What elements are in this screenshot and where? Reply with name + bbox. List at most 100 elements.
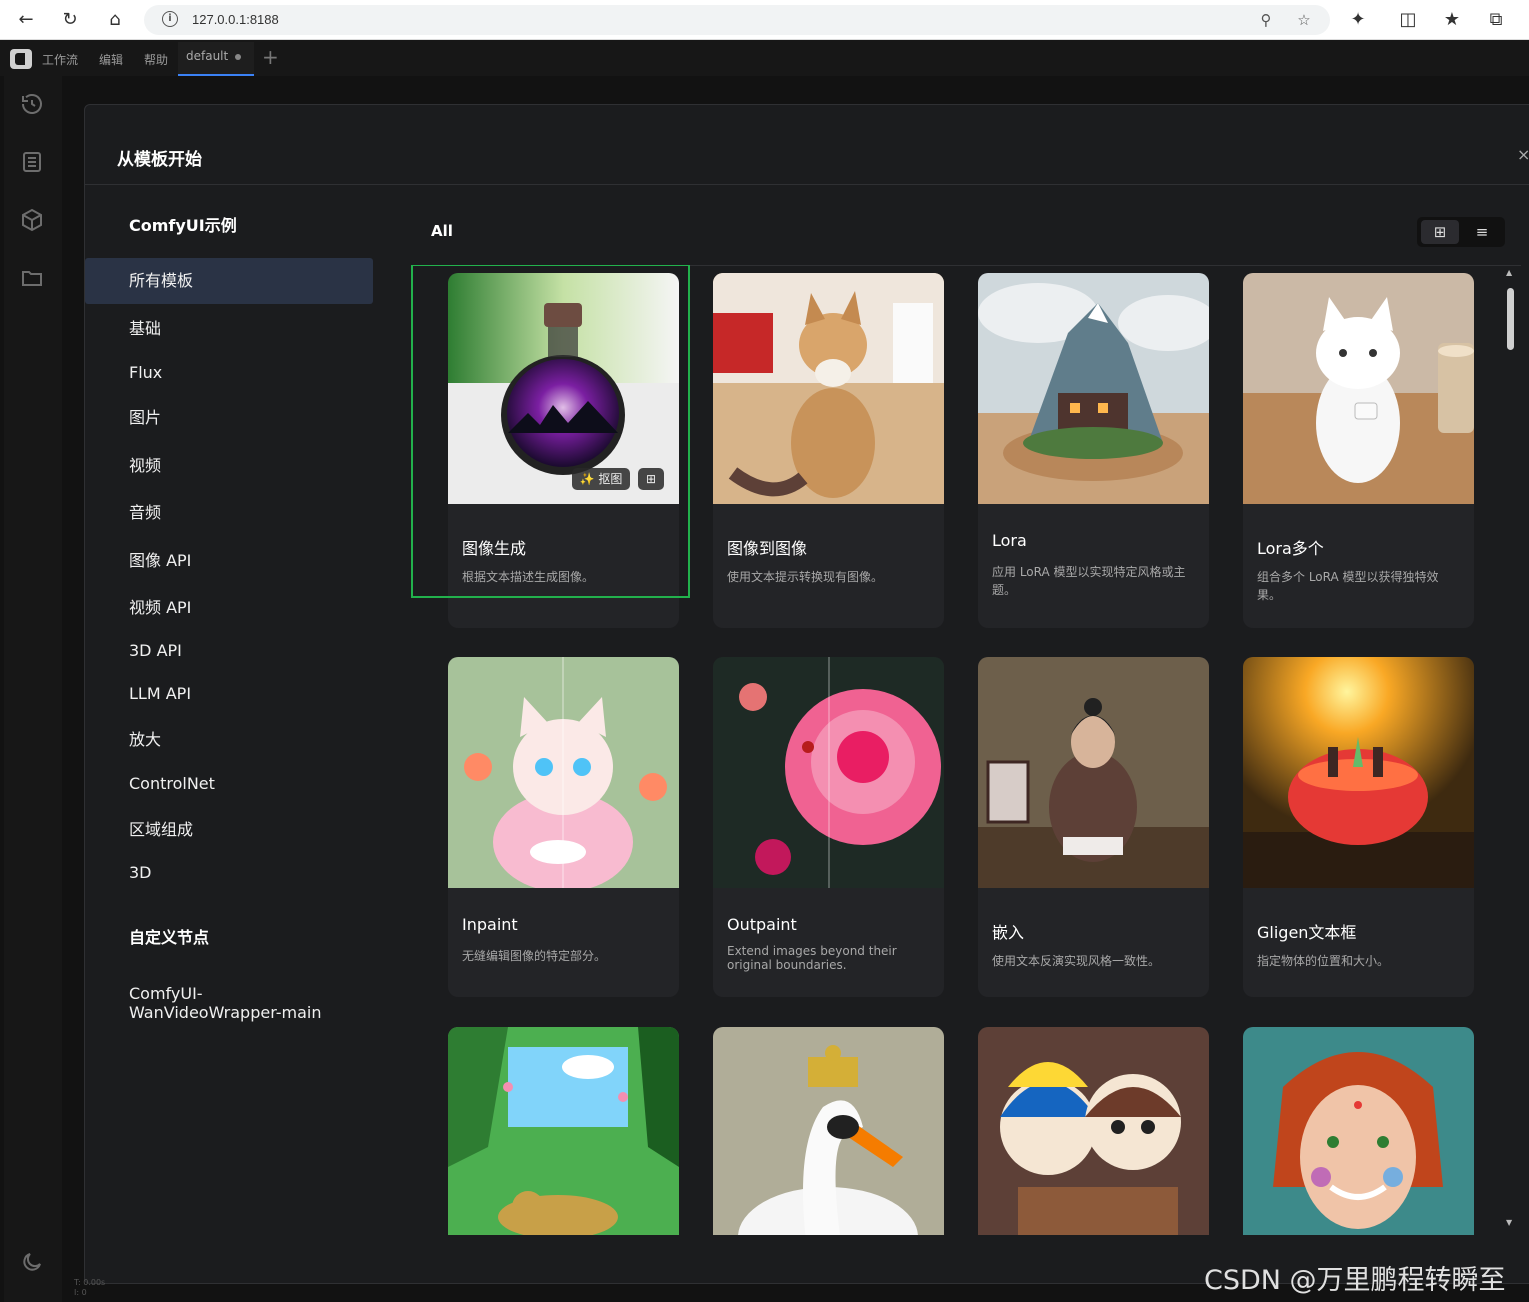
scroll-down-icon[interactable]: ▼ <box>1506 1218 1512 1227</box>
painted-face-thumbnail <box>1243 1027 1474 1235</box>
iteration-stat: I: 0 <box>74 1288 87 1297</box>
workflow-tab-label: default <box>186 49 229 63</box>
grid-scrollbar[interactable]: ▲ ▼ <box>1503 268 1517 1234</box>
card-title: Gligen文本框 <box>1257 923 1357 942</box>
template-card-image-to-image[interactable]: 图像到图像 使用文本提示转换现有图像。 <box>713 273 944 628</box>
comfyui-logo-icon[interactable] <box>10 49 32 69</box>
swan-crown-thumbnail <box>713 1027 944 1235</box>
tomato-miniatures-thumbnail <box>1243 657 1474 888</box>
category-image-api[interactable]: 图像 API <box>85 538 373 584</box>
card-description: 组合多个 LoRA 模型以获得独特效果。 <box>1257 570 1439 602</box>
address-bar[interactable]: i 127.0.0.1:8188 ⚲ ☆ <box>144 5 1330 35</box>
kitten-tea-thumbnail <box>448 657 679 888</box>
category-wanvideowrapper[interactable]: ComfyUI- WanVideoWrapper-main <box>85 980 373 1024</box>
extensions-icon[interactable]: ✦ <box>1346 8 1370 32</box>
category-controlnet[interactable]: ControlNet <box>85 761 373 807</box>
rose-thumbnail <box>713 657 944 888</box>
zoom-icon[interactable]: ⚲ <box>1256 10 1276 30</box>
category-3d[interactable]: 3D <box>85 850 373 896</box>
card-description: 使用文本反演实现风格一致性。 <box>992 954 1161 968</box>
history-icon[interactable] <box>20 92 44 116</box>
time-stat: T: 0.00s <box>74 1278 106 1287</box>
workflow-tab[interactable]: default <box>178 42 254 76</box>
category-image[interactable]: 图片 <box>85 395 373 441</box>
painted-woman-thumbnail <box>978 657 1209 888</box>
template-category-sidebar: ComfyUI示例 所有模板 基础 Flux 图片 视频 音频 图像 API 视… <box>85 186 375 1284</box>
category-video[interactable]: 视频 <box>85 443 373 489</box>
category-3d-api[interactable]: 3D API <box>85 628 373 674</box>
template-card-embedding[interactable]: 嵌入 使用文本反演实现风格一致性。 <box>978 657 1209 997</box>
mountain-house-thumbnail <box>978 273 1209 504</box>
template-card[interactable] <box>448 1027 679 1235</box>
selection-highlight <box>411 265 690 598</box>
execution-stats: T: 0.00s I: 0 <box>74 1278 105 1298</box>
template-card-inpaint[interactable]: Inpaint 无缝编辑图像的特定部分。 <box>448 657 679 997</box>
template-grid: ✨ 抠图 ⊞ 图像生成 根据文本描述生成图像。 图像到图像 使用文本提示转换现有… <box>411 265 1511 1235</box>
sidebar-rail <box>4 76 62 1302</box>
app-menubar: 工作流 编辑 帮助 default + <box>0 40 1529 76</box>
category-basic[interactable]: 基础 <box>85 306 373 352</box>
add-tab-icon[interactable]: + <box>262 45 279 69</box>
csdn-watermark: CSDN @万里鹏程转瞬至 <box>1204 1265 1506 1296</box>
category-video-api[interactable]: 视频 API <box>85 585 373 631</box>
split-screen-icon[interactable]: ◫ <box>1396 8 1420 32</box>
category-audio[interactable]: 音频 <box>85 490 373 536</box>
dialog-header: 从模板开始 × <box>85 105 1529 185</box>
queue-list-icon[interactable] <box>20 150 44 174</box>
card-title: 嵌入 <box>992 923 1025 942</box>
card-title: Lora多个 <box>1257 539 1324 558</box>
menu-workflow[interactable]: 工作流 <box>42 51 78 68</box>
template-card-lora[interactable]: Lora 应用 LoRA 模型以实现特定风格或主题。 <box>978 273 1209 628</box>
card-title: Lora <box>992 531 1027 550</box>
scroll-up-icon[interactable]: ▲ <box>1506 268 1512 277</box>
category-all[interactable]: 所有模板 <box>85 258 373 304</box>
home-icon[interactable]: ⌂ <box>103 8 127 32</box>
template-card-gligen-textbox[interactable]: Gligen文本框 指定物体的位置和大小。 <box>1243 657 1474 997</box>
category-upscale[interactable]: 放大 <box>85 717 373 763</box>
template-card-outpaint[interactable]: Outpaint Extend images beyond their orig… <box>713 657 944 997</box>
workflows-folder-icon[interactable] <box>20 266 44 290</box>
list-view-icon[interactable]: ≡ <box>1463 220 1501 244</box>
template-card[interactable] <box>713 1027 944 1235</box>
theme-moon-icon[interactable] <box>20 1250 44 1274</box>
section-custom-nodes: 自定义节点 <box>129 928 210 947</box>
menu-edit[interactable]: 编辑 <box>99 51 123 68</box>
card-description: 无缝编辑图像的特定部分。 <box>462 949 607 963</box>
jungle-leopard-thumbnail <box>448 1027 679 1235</box>
white-cat-figurine-thumbnail <box>1243 273 1474 504</box>
favorite-star-icon[interactable]: ☆ <box>1294 10 1314 30</box>
url-text: 127.0.0.1:8188 <box>192 12 279 27</box>
browser-toolbar: ← ↻ ⌂ i 127.0.0.1:8188 ⚲ ☆ ✦ ◫ ★ ⧉ <box>0 0 1529 40</box>
template-card[interactable] <box>1243 1027 1474 1235</box>
unsaved-dot-icon <box>235 54 241 60</box>
section-comfyui-examples: ComfyUI示例 <box>129 216 237 235</box>
menu-help[interactable]: 帮助 <box>144 51 168 68</box>
site-info-icon[interactable]: i <box>162 11 178 27</box>
reload-icon[interactable]: ↻ <box>58 8 82 32</box>
category-flux[interactable]: Flux <box>85 350 373 396</box>
collections-icon[interactable]: ⧉ <box>1484 8 1508 32</box>
category-area-composition[interactable]: 区域组成 <box>85 807 373 853</box>
grid-view-icon[interactable]: ⊞ <box>1421 220 1459 244</box>
template-card[interactable] <box>978 1027 1209 1235</box>
templates-dialog: 从模板开始 × ComfyUI示例 所有模板 基础 Flux 图片 视频 音频 … <box>84 104 1529 1284</box>
back-arrow-icon[interactable]: ← <box>14 8 38 32</box>
category-llm-api[interactable]: LLM API <box>85 671 373 717</box>
dolls-thumbnail <box>978 1027 1209 1235</box>
cat-thumbnail <box>713 273 944 504</box>
card-title: Outpaint <box>727 915 797 934</box>
template-card-multiple-lora[interactable]: Lora多个 组合多个 LoRA 模型以获得独特效果。 <box>1243 273 1474 628</box>
card-description: Extend images beyond their original boun… <box>727 944 897 972</box>
card-description: 应用 LoRA 模型以实现特定风格或主题。 <box>992 565 1186 597</box>
model-library-cube-icon[interactable] <box>20 208 44 232</box>
view-mode-toggle: ⊞ ≡ <box>1417 217 1505 247</box>
card-description: 指定物体的位置和大小。 <box>1257 954 1390 968</box>
dialog-title: 从模板开始 <box>117 150 202 170</box>
close-icon[interactable]: × <box>1517 145 1529 164</box>
favorites-icon[interactable]: ★ <box>1440 8 1464 32</box>
scroll-thumb[interactable] <box>1507 288 1514 350</box>
card-title: 图像到图像 <box>727 539 808 558</box>
card-title: Inpaint <box>462 915 518 934</box>
templates-heading: All <box>431 222 453 240</box>
card-description: 使用文本提示转换现有图像。 <box>727 570 884 584</box>
